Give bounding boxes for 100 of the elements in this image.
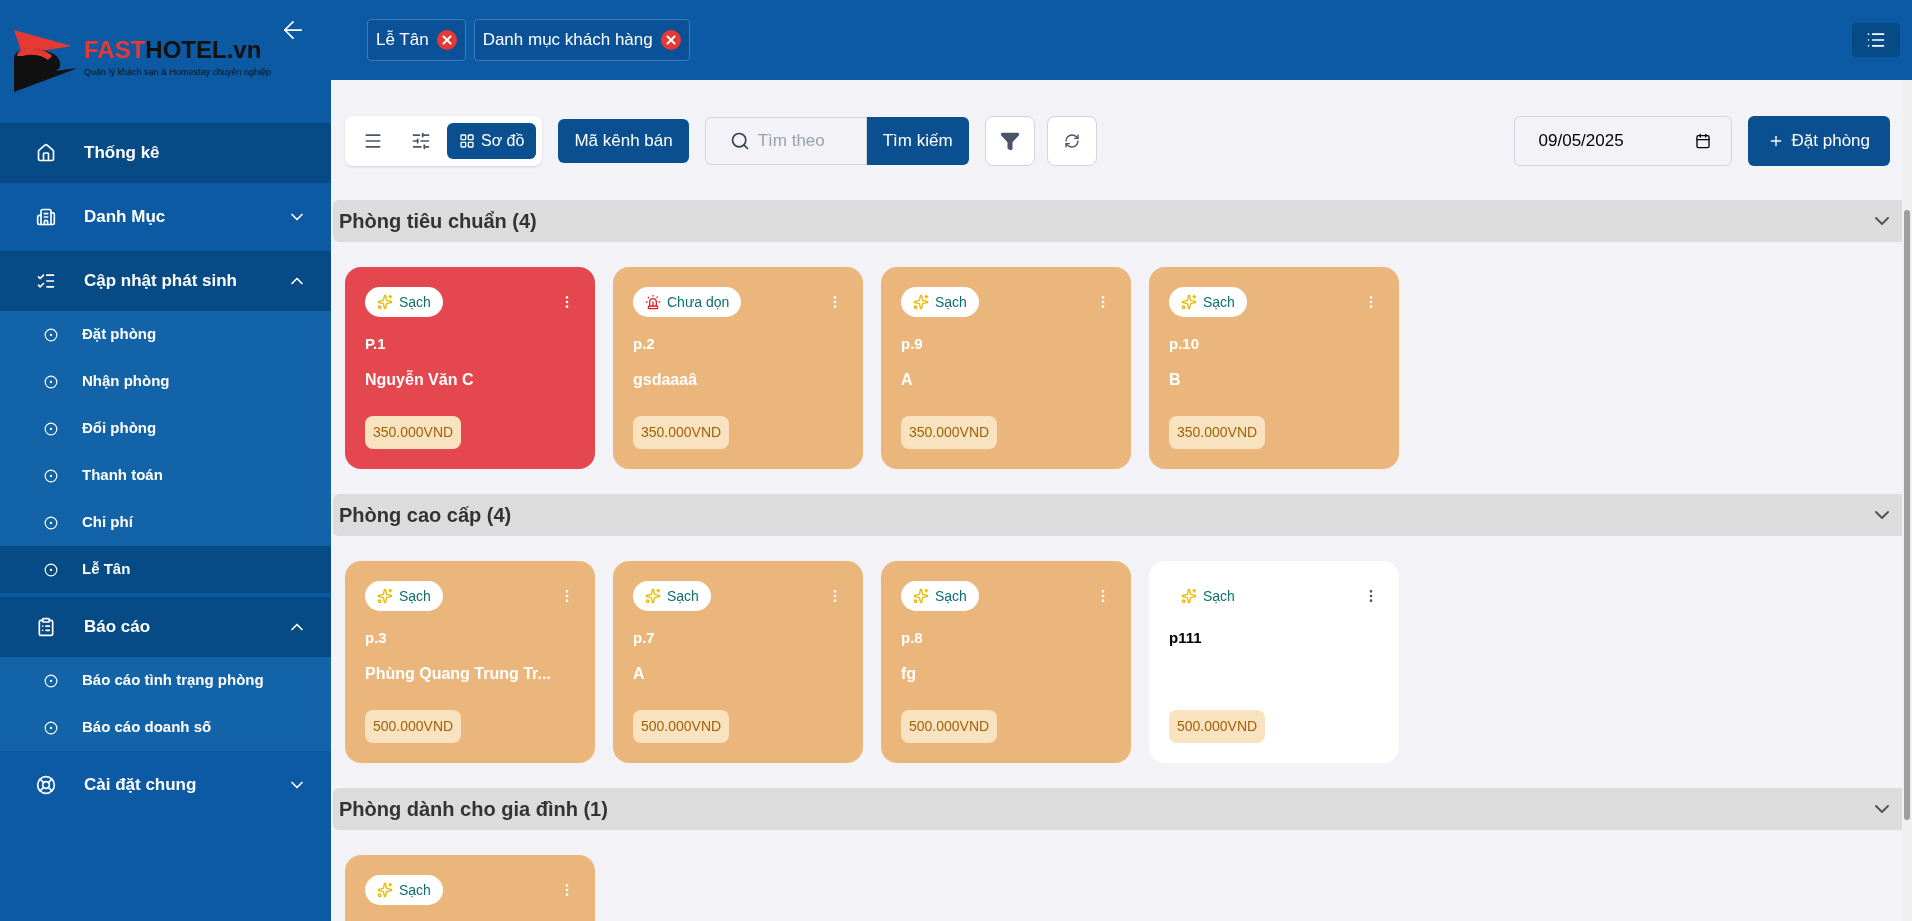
bullet-icon — [44, 720, 58, 735]
status-badge: Sạch — [365, 287, 443, 317]
sparkles-icon — [1181, 294, 1197, 310]
bullet-icon — [44, 468, 58, 483]
price-tag: 350.000VND — [633, 416, 730, 449]
sidebar-subitem[interactable]: Lễ Tân — [0, 546, 331, 593]
x-mark — [663, 33, 678, 47]
sidebar-subitem[interactable]: Báo cáo doanh số — [0, 704, 331, 751]
sparkles-icon — [913, 588, 929, 604]
close-icon[interactable] — [436, 30, 457, 50]
open-tab[interactable]: Lễ Tân — [367, 19, 466, 61]
view-button[interactable]: Sơ đồ — [447, 123, 537, 159]
channel-button[interactable]: Mã kênh bán — [558, 119, 689, 163]
room-number: P.1 — [365, 334, 387, 354]
sidebar-subitem[interactable]: Chi phí — [0, 499, 331, 546]
sparkles-icon — [377, 294, 393, 310]
guest-name: Nguyễn Văn C — [365, 369, 475, 390]
room-number: p.9 — [901, 334, 924, 354]
status-badge: Sạch — [1169, 287, 1247, 317]
group-header[interactable]: Phòng cao cấp (4) — [333, 494, 1902, 536]
room-card[interactable]: Sạch p111 500.000VND — [1149, 561, 1399, 763]
guest-name: A — [633, 663, 646, 684]
price-tag: 350.000VND — [365, 416, 462, 449]
group-header[interactable]: Phòng tiêu chuẩn (4) — [333, 200, 1902, 242]
sidebar-item[interactable]: Thống kê — [0, 123, 331, 183]
room-card[interactable]: Chưa dọn p.2 gsdaaaâ 350.000VND — [613, 267, 863, 469]
list-icon — [36, 271, 56, 291]
logo-tagline: Quản lý khách sạn & Homestay chuyên nghiệp — [84, 66, 272, 80]
price-tag: 350.000VND — [1169, 416, 1266, 449]
calendar-icon — [1694, 133, 1711, 149]
sidebar-subitem[interactable]: Thanh toán — [0, 452, 331, 499]
room-number: p111 — [1169, 628, 1203, 648]
room-card[interactable]: Sạch p.3 Phùng Quang Trung Tr... 500.000VND — [345, 561, 595, 763]
menu-button[interactable] — [1852, 23, 1900, 57]
search-input[interactable]: Tìm theo — [757, 128, 838, 154]
lifebuoy-icon — [36, 775, 56, 795]
grid-icon — [459, 133, 475, 149]
price-tag: 500.000VND — [633, 710, 730, 743]
home-icon — [36, 143, 56, 163]
sidebar-subitem[interactable]: Đặt phòng — [0, 311, 331, 358]
logo-text: FAST — [84, 38, 146, 63]
siren-icon — [645, 294, 661, 310]
room-number: p.8 — [901, 628, 924, 648]
sliders-icon — [411, 131, 431, 151]
date-field[interactable]: 09/05/2025 — [1513, 116, 1732, 166]
price-tag: 500.000VND — [1169, 710, 1266, 743]
search-button[interactable]: Tìm kiếm — [866, 117, 969, 165]
room-card[interactable]: Sạch — [345, 855, 595, 921]
price-tag: 500.000VND — [901, 710, 998, 743]
room-card[interactable]: Sạch p.10 B 350.000VND — [1149, 267, 1399, 469]
room-card[interactable]: Sạch p.9 A 350.000VND — [881, 267, 1131, 469]
bullet-icon — [44, 562, 58, 577]
bullet-icon — [44, 327, 58, 342]
room-card[interactable]: Sạch P.1 Nguyễn Văn C 350.000VND — [345, 267, 595, 469]
sidebar-subitem[interactable]: Báo cáo tình trạng phòng — [0, 657, 331, 704]
status-badge: Sạch — [365, 875, 443, 905]
sidebar-item[interactable]: Báo cáo — [0, 597, 331, 657]
status-badge: Sạch — [365, 581, 443, 611]
sparkles-icon — [377, 882, 393, 898]
open-tab[interactable]: Danh mục khách hàng — [473, 19, 690, 61]
status-badge: Sạch — [901, 287, 979, 317]
list-view-icon — [363, 131, 383, 151]
sidebar-subitem[interactable]: Đổi phòng — [0, 405, 331, 452]
group-header[interactable]: Phòng dành cho gia đình (1) — [333, 788, 1902, 830]
sparkles-icon — [377, 588, 393, 604]
price-tag: 500.000VND — [365, 710, 462, 743]
close-icon[interactable] — [660, 30, 681, 50]
status-badge: Sạch — [901, 581, 979, 611]
x-mark — [439, 33, 454, 47]
refresh-icon — [1063, 133, 1080, 149]
guest-name: B — [1169, 369, 1182, 390]
filter-icon — [999, 131, 1020, 151]
room-card[interactable]: Sạch p.8 fg 500.000VND — [881, 561, 1131, 763]
sidebar-item[interactable]: Cập nhật phát sinh — [0, 251, 331, 311]
clipboard-icon — [36, 617, 56, 637]
sidebar-subitem[interactable]: Nhận phòng — [0, 358, 331, 405]
scrollbar[interactable] — [1902, 80, 1912, 921]
guest-name: gsdaaaâ — [633, 369, 699, 390]
room-number: p.10 — [1169, 334, 1200, 354]
room-card[interactable]: Sạch p.7 A 500.000VND — [613, 561, 863, 763]
sparkles-icon — [1181, 588, 1197, 604]
bullet-icon — [44, 673, 58, 688]
bullet-icon — [44, 515, 58, 530]
bullet-icon — [44, 421, 58, 436]
guest-name: fg — [901, 663, 918, 684]
room-number: p.7 — [633, 628, 656, 648]
search-icon — [729, 131, 750, 151]
bullet-icon — [44, 374, 58, 389]
refresh-button[interactable] — [1046, 116, 1097, 166]
book-room-button[interactable]: Đặt phòng — [1747, 116, 1890, 166]
room-number: p.3 — [365, 628, 388, 648]
guest-name: Phùng Quang Trung Tr... — [365, 663, 552, 684]
menu-icon — [1866, 30, 1886, 50]
sparkles-icon — [913, 294, 929, 310]
sparkles-icon — [645, 588, 661, 604]
guest-name: A — [901, 369, 914, 390]
logo-text: HOTEL.vn — [145, 38, 262, 63]
room-number: p.2 — [633, 334, 656, 354]
search-field[interactable]: Tìm theo — [704, 117, 867, 165]
filter-button[interactable] — [984, 116, 1035, 166]
